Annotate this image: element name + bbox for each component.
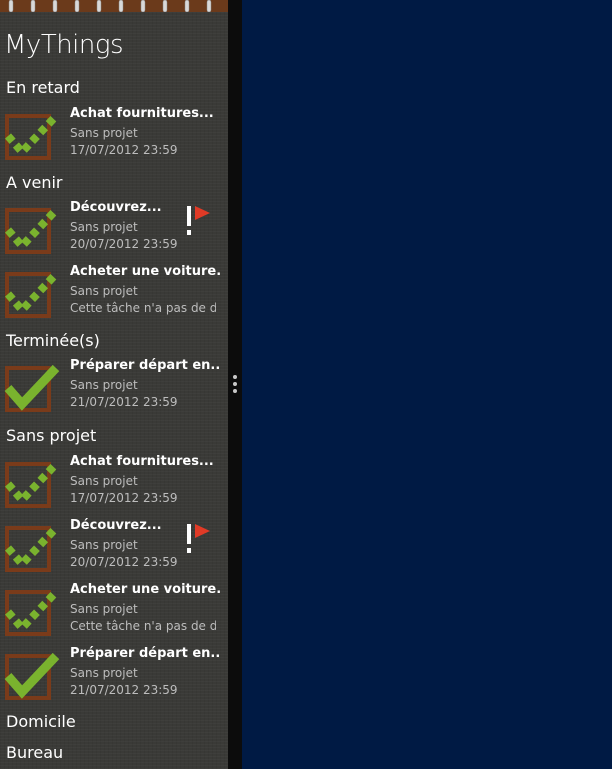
filled-app-area (242, 0, 612, 769)
task-due-date: 21/07/2012 23:59 (70, 395, 178, 409)
task-project: Sans projet (70, 220, 138, 234)
grip-dot (233, 375, 237, 379)
priority-flag-icon (187, 206, 210, 235)
grip-dot (233, 382, 237, 386)
task-project: Sans projet (70, 126, 138, 140)
task-project: Sans projet (70, 538, 138, 552)
group-header-office[interactable]: Bureau (6, 743, 63, 762)
dashed-check-icon (4, 271, 59, 318)
task-due-date: 20/07/2012 23:59 (70, 555, 178, 569)
snap-splitter-handle[interactable] (228, 0, 242, 769)
task-item[interactable]: Préparer départ en... Sans projet 21/07/… (0, 358, 228, 418)
task-title: Préparer départ en... (70, 646, 220, 661)
group-header-home[interactable]: Domicile (6, 712, 76, 731)
task-item[interactable]: Découvrez... Sans projet 20/07/2012 23:5… (0, 200, 228, 260)
task-project: Sans projet (70, 284, 138, 298)
task-title: Acheter une voiture... (70, 582, 220, 597)
group-header-upcoming[interactable]: A venir (6, 173, 63, 192)
notebook-binding (0, 0, 228, 12)
app-title: MyThings (4, 30, 124, 60)
dashed-check-icon (4, 589, 59, 636)
group-header-overdue[interactable]: En retard (6, 78, 80, 97)
task-due-date: 17/07/2012 23:59 (70, 491, 178, 505)
task-item[interactable]: Découvrez... Sans projet 20/07/2012 23:5… (0, 518, 228, 578)
task-title: Achat fournitures... (70, 106, 214, 121)
task-project: Sans projet (70, 378, 138, 392)
task-title: Achat fournitures... (70, 454, 214, 469)
dashed-check-icon (4, 461, 59, 508)
dashed-check-icon (4, 113, 59, 160)
check-icon (4, 652, 60, 700)
task-project: Sans projet (70, 602, 138, 616)
app-window: MyThings En retard Achat fournitures... … (0, 0, 612, 769)
dashed-check-icon (4, 525, 59, 572)
group-header-completed[interactable]: Terminée(s) (6, 331, 100, 350)
group-header-no-project[interactable]: Sans projet (6, 426, 96, 445)
snapped-app-pane: MyThings En retard Achat fournitures... … (0, 0, 228, 769)
task-item[interactable]: Acheter une voiture... Sans projet Cette… (0, 264, 228, 324)
task-project: Sans projet (70, 474, 138, 488)
task-item[interactable]: Achat fournitures... Sans projet 17/07/2… (0, 454, 228, 514)
task-due-date: 20/07/2012 23:59 (70, 237, 178, 251)
task-due-date: 17/07/2012 23:59 (70, 143, 178, 157)
task-title: Préparer départ en... (70, 358, 220, 373)
task-item[interactable]: Acheter une voiture... Sans projet Cette… (0, 582, 228, 642)
task-project: Sans projet (70, 666, 138, 680)
check-icon (4, 364, 60, 412)
dashed-check-icon (4, 207, 59, 254)
task-due-date: Cette tâche n'a pas de date (70, 301, 216, 315)
task-title: Acheter une voiture... (70, 264, 220, 279)
task-item[interactable]: Achat fournitures... Sans projet 17/07/2… (0, 106, 228, 166)
task-item[interactable]: Préparer départ en... Sans projet 21/07/… (0, 646, 228, 706)
task-due-date: Cette tâche n'a pas de date (70, 619, 216, 633)
priority-flag-icon (187, 524, 210, 553)
task-due-date: 21/07/2012 23:59 (70, 683, 178, 697)
grip-dot (233, 389, 237, 393)
